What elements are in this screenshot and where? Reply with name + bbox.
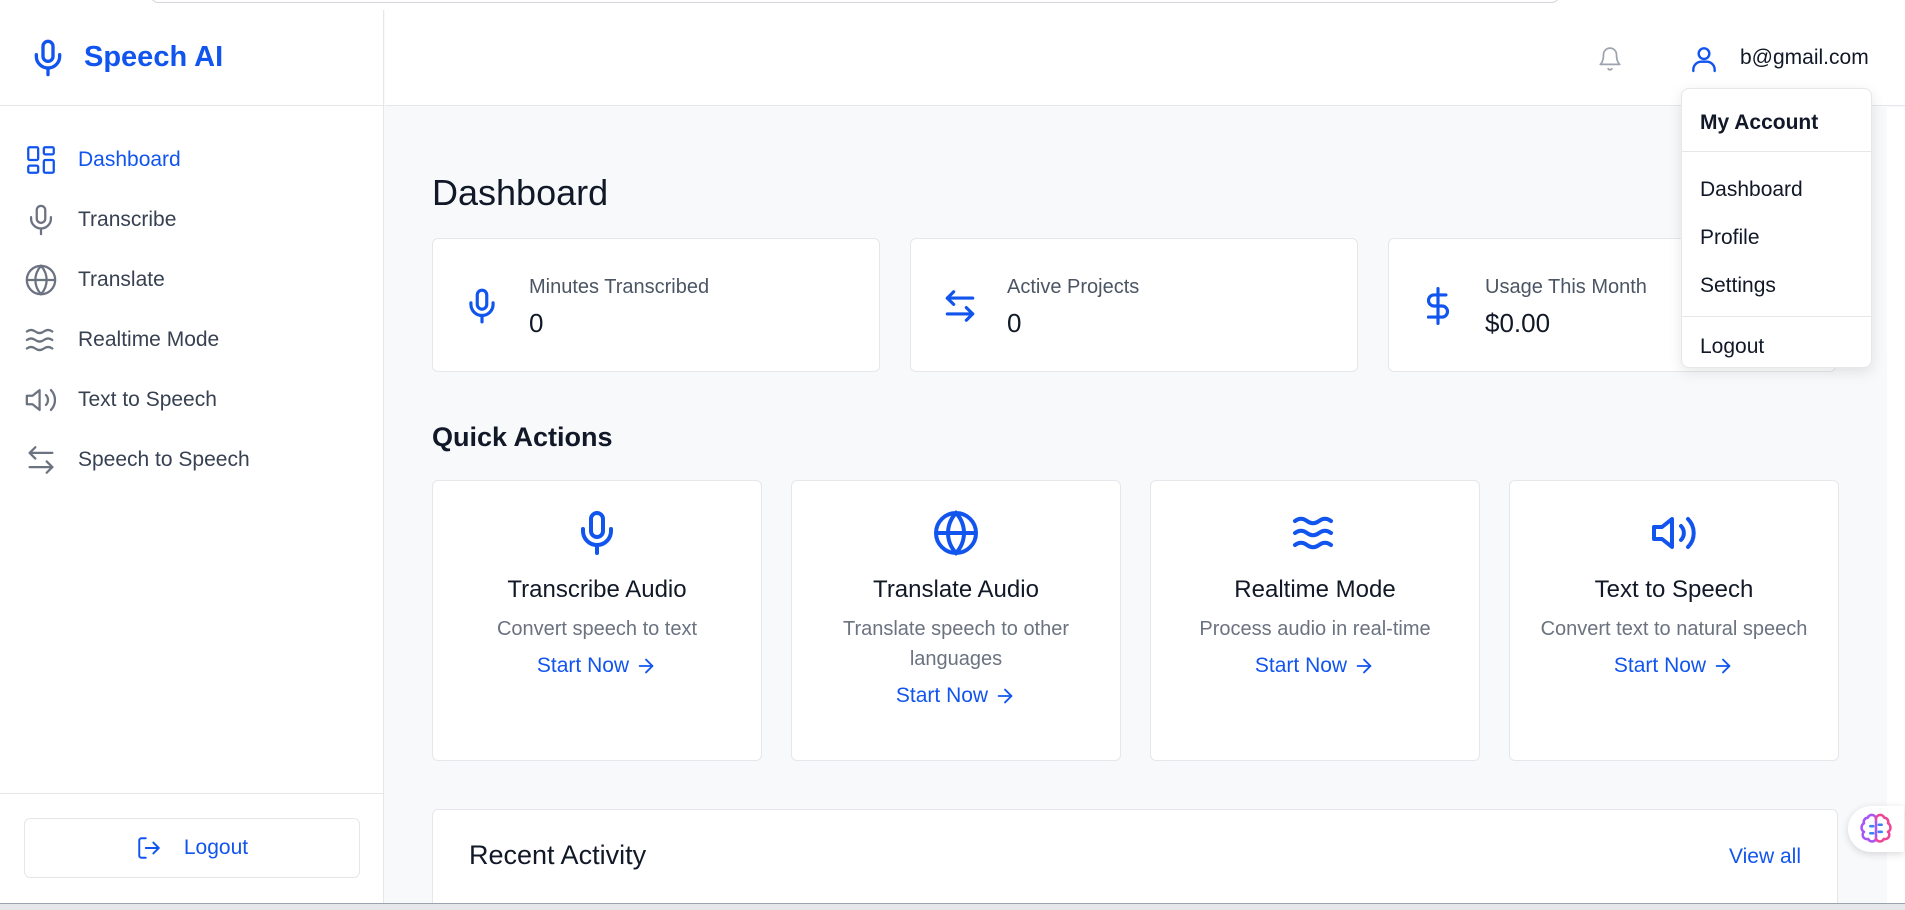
start-now-link[interactable]: Start Now bbox=[1614, 654, 1734, 678]
dashboard-grid-icon bbox=[27, 146, 55, 174]
dropdown-header: My Account bbox=[1682, 89, 1871, 152]
stat-card-minutes: Minutes Transcribed 0 bbox=[432, 238, 880, 372]
start-now-label: Start Now bbox=[1254, 654, 1348, 677]
recent-activity-panel: Recent Activity View all bbox=[432, 809, 1838, 909]
quick-action-desc: Convert text to natural speech bbox=[1540, 618, 1808, 640]
sidebar-item-label: Dashboard bbox=[78, 148, 181, 171]
brain-icon bbox=[1860, 813, 1892, 843]
sidebar-item-label: Realtime Mode bbox=[78, 328, 220, 351]
account-dropdown: My Account Dashboard Profile Settings Lo… bbox=[1681, 88, 1872, 368]
quick-action-title: Text to Speech bbox=[1594, 576, 1754, 603]
page-title: Dashboard bbox=[432, 172, 609, 213]
quick-action-title: Transcribe Audio bbox=[507, 576, 687, 603]
main-content: Dashboard Minutes Transcribed 0 Active P… bbox=[385, 107, 1885, 909]
dropdown-item-logout[interactable]: Logout bbox=[1682, 323, 1871, 371]
quick-action-text-to-speech[interactable]: Text to Speech Convert text to natural s… bbox=[1509, 480, 1839, 761]
waves-icon bbox=[1293, 516, 1333, 550]
dropdown-item-settings[interactable]: Settings bbox=[1682, 262, 1871, 310]
logout-button[interactable]: Logout bbox=[24, 818, 360, 878]
start-now-link[interactable]: Start Now bbox=[896, 684, 1016, 708]
arrow-right-icon bbox=[638, 658, 654, 674]
sidebar-footer: Logout bbox=[0, 793, 383, 903]
globe-icon bbox=[25, 264, 57, 296]
quick-action-desc: Process audio in real-time bbox=[1199, 618, 1431, 640]
stat-card-projects: Active Projects 0 bbox=[910, 238, 1358, 372]
start-now-label: Start Now bbox=[1613, 654, 1707, 677]
microphone-icon bbox=[469, 288, 495, 324]
microphone-icon bbox=[29, 204, 53, 236]
logout-label: Logout bbox=[183, 836, 249, 859]
quick-action-transcribe[interactable]: Transcribe Audio Convert speech to text … bbox=[432, 480, 762, 761]
stat-value: $0.00 bbox=[1485, 308, 1551, 338]
sidebar-item-label: Translate bbox=[78, 268, 165, 291]
stat-label: Minutes Transcribed bbox=[529, 276, 710, 298]
scrollbar-track[interactable] bbox=[1887, 107, 1905, 903]
window-bottom-edge bbox=[0, 903, 1905, 910]
stat-value: 0 bbox=[1007, 308, 1022, 338]
dropdown-item-profile[interactable]: Profile bbox=[1682, 214, 1871, 262]
dropdown-items: Dashboard Profile Settings bbox=[1682, 152, 1871, 317]
dollar-icon bbox=[1426, 287, 1449, 325]
start-now-link[interactable]: Start Now bbox=[537, 654, 657, 678]
quick-action-translate[interactable]: Translate Audio Translate speech to othe… bbox=[791, 480, 1121, 761]
quick-action-desc: Convert speech to text bbox=[496, 618, 698, 640]
arrow-right-icon bbox=[997, 688, 1013, 704]
speaker-icon bbox=[25, 388, 57, 412]
sidebar-nav: Dashboard Transcribe Translate Realtime … bbox=[0, 106, 383, 490]
arrow-right-icon bbox=[1715, 658, 1731, 674]
quick-action-title: Realtime Mode bbox=[1234, 576, 1396, 603]
quick-action-desc: Translate speech to other languages bbox=[842, 618, 1070, 670]
arrow-right-icon bbox=[1356, 658, 1372, 674]
microphone-icon bbox=[581, 511, 613, 555]
stat-label: Usage This Month bbox=[1485, 276, 1647, 298]
sidebar: Speech AI Dashboard Transcribe Translate… bbox=[0, 10, 384, 903]
brand-name: Speech AI bbox=[84, 41, 224, 73]
dropdown-item-dashboard[interactable]: Dashboard bbox=[1682, 166, 1871, 214]
recent-activity-title: Recent Activity bbox=[469, 840, 647, 870]
start-now-link[interactable]: Start Now bbox=[1255, 654, 1375, 678]
top-header: b@gmail.com bbox=[385, 10, 1905, 106]
sidebar-item-translate[interactable]: Translate bbox=[0, 250, 383, 310]
sidebar-item-label: Speech to Speech bbox=[78, 448, 250, 471]
browser-chrome-strip bbox=[0, 0, 1905, 10]
arrows-left-right-icon bbox=[28, 446, 54, 474]
globe-icon bbox=[934, 510, 978, 556]
sidebar-item-realtime-mode[interactable]: Realtime Mode bbox=[0, 310, 383, 370]
sidebar-item-text-to-speech[interactable]: Text to Speech bbox=[0, 370, 383, 430]
quick-actions-title: Quick Actions bbox=[432, 422, 613, 452]
start-now-label: Start Now bbox=[895, 684, 989, 707]
stat-label: Active Projects bbox=[1007, 276, 1140, 298]
quick-action-title: Translate Audio bbox=[873, 576, 1039, 603]
sidebar-item-speech-to-speech[interactable]: Speech to Speech bbox=[0, 430, 383, 490]
address-bar-edge bbox=[150, 0, 1560, 3]
sidebar-item-transcribe[interactable]: Transcribe bbox=[0, 190, 383, 250]
waves-icon bbox=[25, 328, 54, 352]
sidebar-item-dashboard[interactable]: Dashboard bbox=[0, 130, 383, 190]
start-now-label: Start Now bbox=[536, 654, 630, 677]
microphone-icon bbox=[34, 39, 62, 76]
quick-action-realtime[interactable]: Realtime Mode Process audio in real-time… bbox=[1150, 480, 1480, 761]
assistant-widget[interactable] bbox=[1848, 806, 1904, 852]
dropdown-logout-section: Logout bbox=[1682, 317, 1871, 371]
sidebar-item-label: Transcribe bbox=[78, 208, 177, 231]
stat-value: 0 bbox=[529, 308, 544, 338]
sidebar-item-label: Text to Speech bbox=[78, 388, 217, 411]
user-email[interactable]: b@gmail.com bbox=[1740, 46, 1869, 70]
speaker-icon bbox=[1652, 517, 1696, 549]
user-icon[interactable] bbox=[1688, 43, 1720, 75]
logout-icon bbox=[138, 837, 160, 859]
bell-icon[interactable] bbox=[1597, 46, 1623, 72]
brand[interactable]: Speech AI bbox=[0, 10, 383, 106]
view-all-link[interactable]: View all bbox=[1729, 845, 1801, 869]
arrows-left-right-icon bbox=[945, 290, 975, 322]
